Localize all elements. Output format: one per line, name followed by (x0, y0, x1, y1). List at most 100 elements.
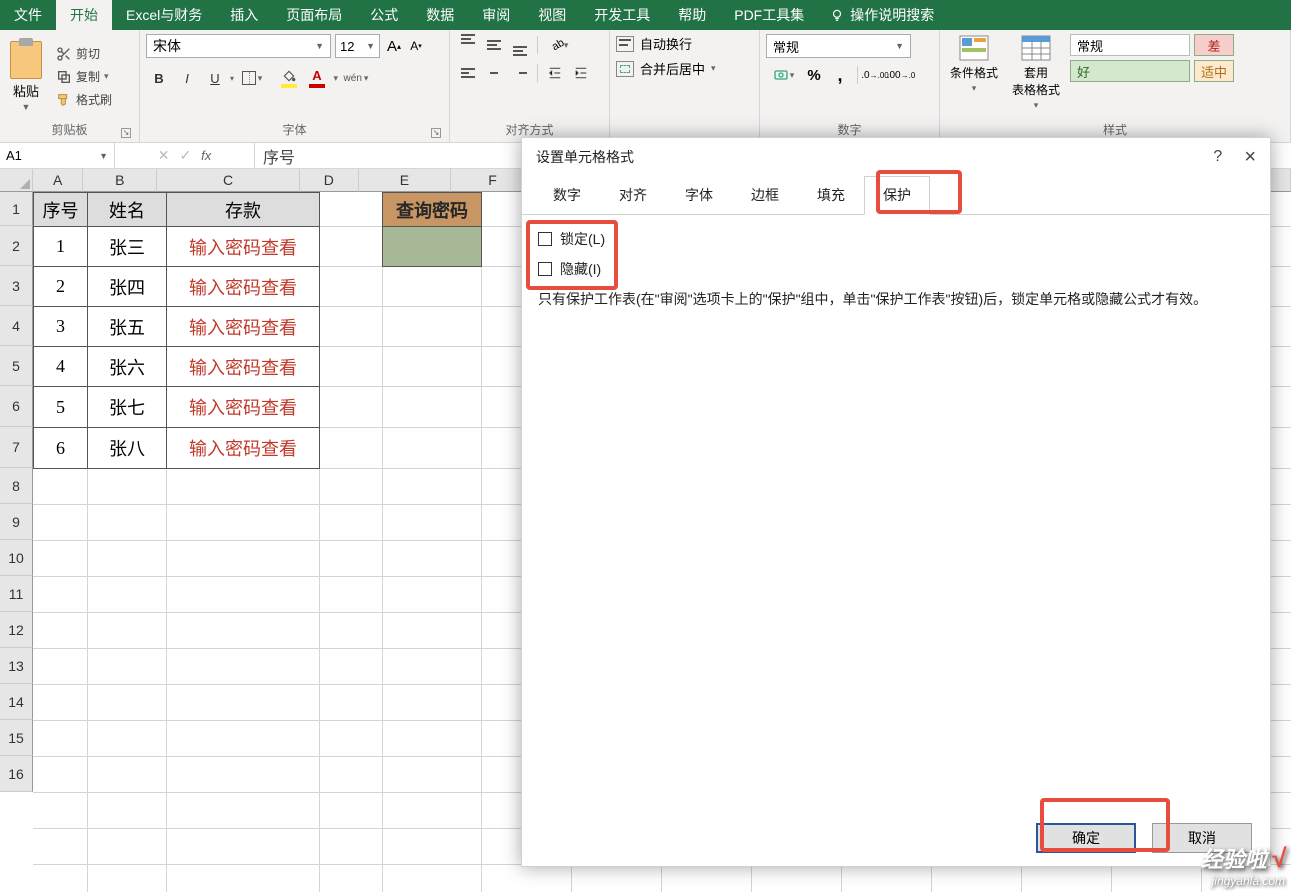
dialog-tab-5[interactable]: 保护 (864, 176, 930, 215)
tab-data[interactable]: 数据 (412, 0, 468, 30)
row-header-11[interactable]: 11 (0, 576, 33, 612)
comma-button[interactable]: , (828, 64, 852, 86)
table-cell[interactable]: 输入密码查看 (167, 267, 320, 307)
table-cell[interactable]: 张三 (88, 227, 167, 267)
tab-formulas[interactable]: 公式 (356, 0, 412, 30)
table-cell[interactable]: 张六 (88, 347, 167, 387)
dialog-help-button[interactable]: ? (1213, 148, 1222, 166)
paste-button[interactable]: 粘贴 ▼ (6, 41, 46, 112)
tab-file[interactable]: 文件 (0, 0, 56, 30)
row-header-9[interactable]: 9 (0, 504, 33, 540)
table-cell[interactable]: 6 (34, 428, 88, 469)
copy-button[interactable]: 复制 ▾ (56, 68, 112, 85)
table-cell[interactable]: 3 (34, 307, 88, 347)
tab-excel-finance[interactable]: Excel与财务 (112, 0, 216, 30)
table-cell[interactable]: 输入密码查看 (167, 227, 320, 267)
table-cell[interactable]: 输入密码查看 (167, 428, 320, 469)
empty-cell[interactable] (383, 307, 482, 347)
dialog-close-button[interactable]: × (1244, 146, 1256, 169)
query-password-cell[interactable] (383, 227, 482, 267)
col-header-C[interactable]: C (157, 169, 300, 192)
tab-insert[interactable]: 插入 (216, 0, 272, 30)
style-normal[interactable]: 常规 (1070, 34, 1190, 56)
align-left-button[interactable] (456, 62, 480, 84)
row-header-12[interactable]: 12 (0, 612, 33, 648)
wrap-text-button[interactable]: 自动换行 (616, 34, 692, 53)
ok-button[interactable]: 确定 (1036, 823, 1136, 853)
row-header-6[interactable]: 6 (0, 386, 33, 427)
table-header[interactable]: 序号 (34, 193, 88, 227)
table-cell[interactable]: 5 (34, 387, 88, 428)
checkbox-icon[interactable] (538, 232, 552, 246)
align-center-button[interactable] (482, 62, 506, 84)
tab-page-layout[interactable]: 页面布局 (272, 0, 356, 30)
table-cell[interactable]: 张四 (88, 267, 167, 307)
style-good[interactable]: 好 (1070, 60, 1190, 82)
dialog-titlebar[interactable]: 设置单元格格式 ? × (522, 138, 1270, 176)
accounting-format-button[interactable]: ▾ (766, 64, 800, 86)
col-header-B[interactable]: B (83, 169, 157, 192)
table-cell[interactable]: 2 (34, 267, 88, 307)
table-cell[interactable]: 张七 (88, 387, 167, 428)
orientation-button[interactable]: ab▾ (543, 34, 577, 56)
fx-icon[interactable]: fx (201, 148, 211, 163)
dialog-tab-3[interactable]: 边框 (732, 176, 798, 214)
table-header[interactable]: 查询密码 (383, 193, 482, 227)
col-header-D[interactable]: D (300, 169, 359, 192)
confirm-formula-icon[interactable]: ✓ (179, 147, 191, 164)
conditional-format-button[interactable]: 条件格式 ▾ (946, 34, 1002, 94)
row-header-2[interactable]: 2 (0, 226, 33, 266)
tell-me-search[interactable]: 操作说明搜索 (818, 0, 946, 30)
dialog-tab-0[interactable]: 数字 (534, 176, 600, 214)
table-cell[interactable]: 1 (34, 227, 88, 267)
phonetic-guide-button[interactable]: wén▾ (341, 66, 371, 90)
increase-decimal-button[interactable]: .0→.00 (863, 64, 887, 86)
row-header-4[interactable]: 4 (0, 306, 33, 346)
col-header-E[interactable]: E (359, 169, 451, 192)
format-as-table-button[interactable]: 套用 表格格式 ▾ (1008, 34, 1064, 111)
tab-home[interactable]: 开始 (56, 0, 112, 30)
increase-indent-button[interactable] (569, 62, 593, 84)
col-header-A[interactable]: A (33, 169, 83, 192)
hide-checkbox-row[interactable]: 隐藏(I) (538, 259, 1254, 279)
dialog-tab-1[interactable]: 对齐 (600, 176, 666, 214)
name-box[interactable]: A1 ▼ (0, 143, 115, 168)
style-bad[interactable]: 差 (1194, 34, 1234, 56)
tab-help[interactable]: 帮助 (664, 0, 720, 30)
style-neutral[interactable]: 适中 (1194, 60, 1234, 82)
row-header-13[interactable]: 13 (0, 648, 33, 684)
row-header-1[interactable]: 1 (0, 192, 33, 226)
fill-color-button[interactable]: ▾ (276, 66, 302, 90)
decrease-font-size-button[interactable]: A▾ (406, 35, 426, 57)
row-header-16[interactable]: 16 (0, 756, 33, 792)
empty-cell[interactable] (383, 267, 482, 307)
table-cell[interactable]: 张八 (88, 428, 167, 469)
bold-button[interactable]: B (146, 66, 172, 90)
row-header-14[interactable]: 14 (0, 684, 33, 720)
decrease-indent-button[interactable] (543, 62, 567, 84)
row-header-3[interactable]: 3 (0, 266, 33, 306)
lock-checkbox-row[interactable]: 锁定(L) (538, 229, 1254, 249)
dialog-tab-4[interactable]: 填充 (798, 176, 864, 214)
row-header-7[interactable]: 7 (0, 427, 33, 468)
table-cell[interactable]: 4 (34, 347, 88, 387)
merge-center-button[interactable]: 合并后居中 ▾ (616, 59, 716, 78)
tab-developer[interactable]: 开发工具 (580, 0, 664, 30)
table-cell[interactable]: 输入密码查看 (167, 387, 320, 428)
format-painter-button[interactable]: 格式刷 (56, 91, 112, 108)
font-name-combo[interactable]: 宋体 ▼ (146, 34, 331, 58)
select-all-corner[interactable] (0, 169, 33, 192)
row-header-5[interactable]: 5 (0, 346, 33, 386)
percent-button[interactable]: % (802, 64, 826, 86)
empty-cell[interactable] (383, 347, 482, 387)
empty-cell[interactable] (383, 387, 482, 428)
cancel-button[interactable]: 取消 (1152, 823, 1252, 853)
font-color-button[interactable]: A ▾ (304, 66, 330, 90)
cell-styles-gallery[interactable]: 常规 差 好 适中 (1070, 34, 1234, 82)
dialog-tab-2[interactable]: 字体 (666, 176, 732, 214)
table-cell[interactable]: 张五 (88, 307, 167, 347)
font-size-combo[interactable]: 12 ▼ (335, 34, 380, 58)
dialog-launcher-icon[interactable]: ↘ (431, 128, 441, 138)
tab-view[interactable]: 视图 (524, 0, 580, 30)
table-header[interactable]: 存款 (167, 193, 320, 227)
